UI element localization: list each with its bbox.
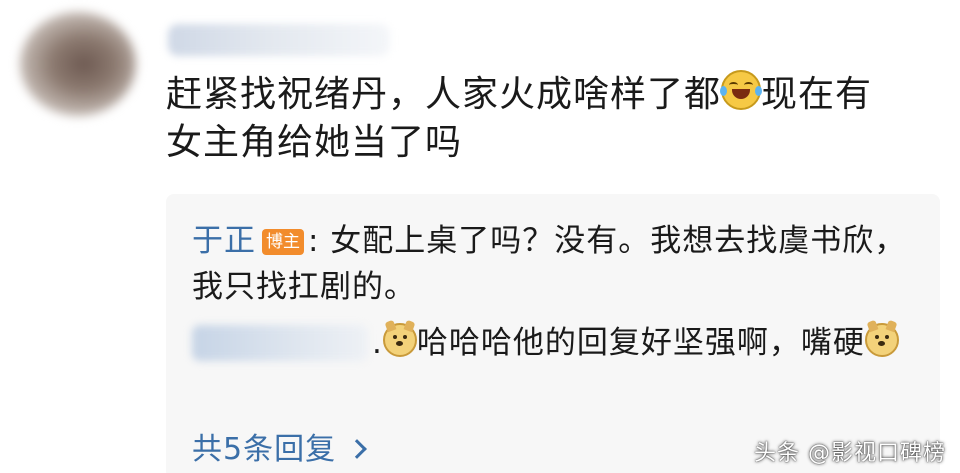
doge-icon bbox=[382, 319, 417, 357]
more-replies-label: 共5条回复 bbox=[192, 432, 337, 467]
comment-text-part1: 赶紧找祝绪丹，人家火成啥样了都 bbox=[166, 74, 722, 115]
reply-thread: 于正 博主: 女配上桌了吗？没有。我想去找虞书欣，我只找扛剧的。 . 哈哈哈他的回复… bbox=[166, 194, 940, 473]
comment-text-part2: 现在有 bbox=[761, 74, 873, 115]
view-more-replies-link[interactable]: 共5条回复 bbox=[192, 430, 367, 470]
reply-separator: . bbox=[372, 325, 383, 361]
comment-text-line2: 女主角给她当了吗 bbox=[166, 122, 463, 163]
username-blurred[interactable] bbox=[168, 24, 390, 56]
author-badge: 博主 bbox=[262, 229, 304, 255]
comment-body: 赶紧找祝绪丹，人家火成啥样了都 现在有 女主角给她当了吗 bbox=[166, 70, 946, 167]
reply-text: 哈哈哈他的回复好坚强啊，嘴硬 bbox=[416, 325, 865, 361]
reply-item: 于正 博主: 女配上桌了吗？没有。我想去找虞书欣，我只找扛剧的。 bbox=[192, 218, 922, 310]
chevron-right-icon bbox=[347, 439, 367, 459]
avatar[interactable] bbox=[20, 12, 136, 116]
watermark: 头条 @影视口碑榜 bbox=[754, 441, 946, 466]
laugh-cry-icon bbox=[720, 70, 763, 110]
comment-screenshot: 赶紧找祝绪丹，人家火成啥样了都 现在有 女主角给她当了吗 于正 博主: 女配上桌了吗… bbox=[0, 0, 960, 473]
reply-author-name[interactable]: 于正 bbox=[192, 223, 256, 259]
doge-icon bbox=[864, 319, 899, 357]
reply-item: . 哈哈哈他的回复好坚强啊，嘴硬 bbox=[192, 319, 922, 366]
